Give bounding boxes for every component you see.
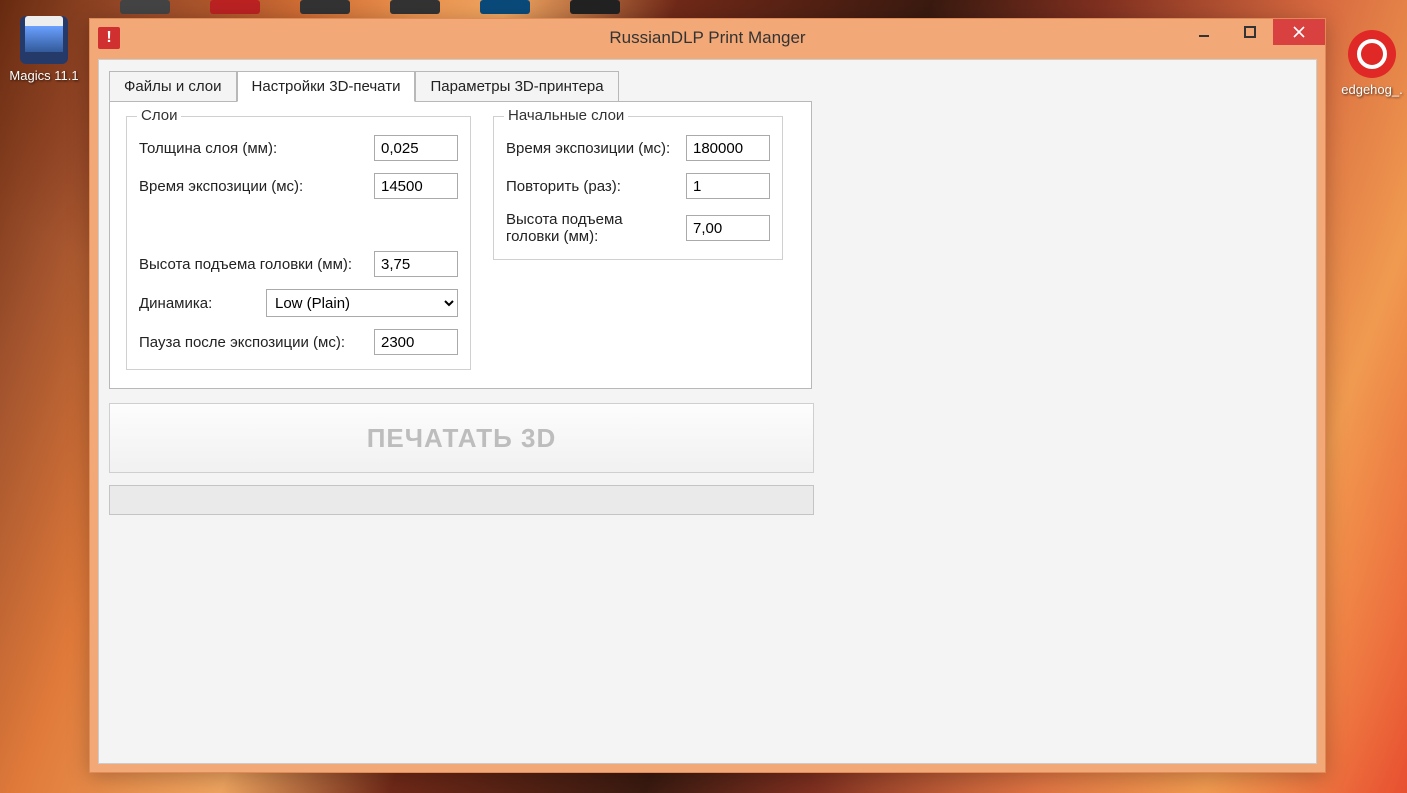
label-pause-after-exposure: Пауза после экспозиции (мс): xyxy=(139,334,366,351)
input-pause-after-exposure[interactable] xyxy=(374,329,458,355)
maximize-icon xyxy=(1244,26,1256,38)
tab-printer-params[interactable]: Параметры 3D-принтера xyxy=(415,71,618,102)
select-dynamics[interactable]: Low (Plain) xyxy=(266,289,458,317)
hedgehog-icon xyxy=(1348,30,1396,78)
app-window: ! RussianDLP Print Manger Фай xyxy=(89,18,1326,773)
input-exposure-time[interactable] xyxy=(374,173,458,199)
label-initial-repeat: Повторить (раз): xyxy=(506,178,678,195)
close-icon xyxy=(1293,26,1305,38)
input-initial-repeat[interactable] xyxy=(686,173,770,199)
desktop-background: Magics 11.1 edgehog_. ! RussianDLP Print… xyxy=(0,0,1407,793)
group-title-layers: Слои xyxy=(137,107,181,124)
input-initial-exposure[interactable] xyxy=(686,135,770,161)
close-button[interactable] xyxy=(1273,19,1325,45)
minimize-button[interactable] xyxy=(1181,19,1227,45)
desktop-top-icons xyxy=(100,0,1327,18)
tab-files-layers[interactable]: Файлы и слои xyxy=(109,71,237,102)
label-initial-lift: Высота подъема головки (мм): xyxy=(506,211,678,245)
print-3d-button[interactable]: ПЕЧАТАТЬ 3D xyxy=(109,403,814,473)
label-layer-thickness: Толщина слоя (мм): xyxy=(139,140,366,157)
tab-panel-print-settings: Слои Толщина слоя (мм): Время экспозиции… xyxy=(109,101,812,389)
desktop-icon-label: Magics 11.1 xyxy=(9,68,78,83)
titlebar[interactable]: ! RussianDLP Print Manger xyxy=(90,19,1325,57)
magics-icon xyxy=(20,16,68,64)
label-lift-height: Высота подъема головки (мм): xyxy=(139,256,366,273)
tab-print-settings[interactable]: Настройки 3D-печати xyxy=(237,71,416,102)
input-lift-height[interactable] xyxy=(374,251,458,277)
maximize-button[interactable] xyxy=(1227,19,1273,45)
label-exposure-time: Время экспозиции (мс): xyxy=(139,178,366,195)
progress-bar xyxy=(109,485,814,515)
input-initial-lift[interactable] xyxy=(686,215,770,241)
desktop-icon-label: edgehog_. xyxy=(1341,82,1402,97)
desktop-icon-hedgehog[interactable]: edgehog_. xyxy=(1337,30,1407,97)
group-title-initial-layers: Начальные слои xyxy=(504,107,628,124)
input-layer-thickness[interactable] xyxy=(374,135,458,161)
window-controls xyxy=(1181,19,1325,47)
tab-bar: Файлы и слои Настройки 3D-печати Парамет… xyxy=(109,70,1316,101)
app-icon: ! xyxy=(98,27,120,49)
minimize-icon xyxy=(1198,26,1210,38)
group-layers: Слои Толщина слоя (мм): Время экспозиции… xyxy=(126,116,471,370)
group-initial-layers: Начальные слои Время экспозиции (мс): По… xyxy=(493,116,783,260)
desktop-icon-magics[interactable]: Magics 11.1 xyxy=(2,10,86,83)
label-dynamics: Динамика: xyxy=(139,295,258,312)
label-initial-exposure: Время экспозиции (мс): xyxy=(506,140,678,157)
client-area: Файлы и слои Настройки 3D-печати Парамет… xyxy=(98,59,1317,764)
window-title: RussianDLP Print Manger xyxy=(90,28,1325,48)
